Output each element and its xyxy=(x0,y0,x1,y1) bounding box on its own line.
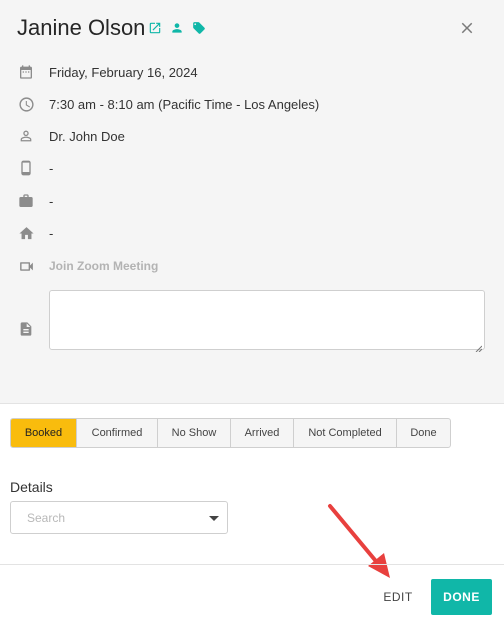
mobile-row: - xyxy=(17,158,53,178)
person-outline-icon xyxy=(17,127,35,145)
edit-button[interactable]: EDIT xyxy=(372,580,424,614)
done-button[interactable]: DONE xyxy=(431,579,492,615)
external-link-icon[interactable] xyxy=(148,21,162,35)
annotation-arrow-icon xyxy=(328,504,390,578)
status-arrived[interactable]: Arrived xyxy=(231,419,294,447)
appointment-date: Friday, February 16, 2024 xyxy=(49,64,198,80)
appointment-time: 7:30 am - 8:10 am (Pacific Time - Los An… xyxy=(49,96,320,112)
document-icon xyxy=(18,321,34,337)
status-done[interactable]: Done xyxy=(397,419,450,447)
close-icon[interactable] xyxy=(458,19,476,37)
home-icon xyxy=(17,224,35,242)
client-name[interactable]: Janine Olson xyxy=(17,15,145,41)
briefcase-icon xyxy=(17,192,35,210)
calendar-icon xyxy=(17,63,35,81)
status-not-completed[interactable]: Not Completed xyxy=(294,419,397,447)
details-label: Details xyxy=(10,479,53,495)
zoom-row: Join Zoom Meeting xyxy=(17,256,158,276)
tag-icon[interactable] xyxy=(192,21,206,35)
resize-handle-icon[interactable] xyxy=(474,339,483,353)
time-row: 7:30 am - 8:10 am (Pacific Time - Los An… xyxy=(17,94,319,114)
work-number: - xyxy=(49,193,54,209)
home-row: - xyxy=(17,223,53,243)
home-number: - xyxy=(49,225,54,241)
mobile-phone-icon xyxy=(17,159,35,177)
provider-name: Dr. John Doe xyxy=(49,128,125,144)
join-zoom-link[interactable]: Join Zoom Meeting xyxy=(49,259,158,273)
chevron-down-icon xyxy=(209,516,219,521)
work-row: - xyxy=(17,191,53,211)
details-search-select[interactable]: Search xyxy=(10,501,228,534)
status-booked[interactable]: Booked xyxy=(11,419,77,447)
client-actions xyxy=(148,21,206,35)
footer-divider xyxy=(0,564,504,565)
video-camera-icon xyxy=(17,257,35,275)
clock-icon xyxy=(17,95,35,113)
mobile-number: - xyxy=(49,160,54,176)
status-toggle-group: Booked Confirmed No Show Arrived Not Com… xyxy=(10,418,451,448)
date-row: Friday, February 16, 2024 xyxy=(17,62,198,82)
appointment-summary: Janine Olson Friday, February 16, 2024 7… xyxy=(0,0,504,404)
status-no-show[interactable]: No Show xyxy=(158,419,231,447)
provider-row: Dr. John Doe xyxy=(17,126,125,146)
details-search-placeholder: Search xyxy=(27,511,66,525)
appointment-panel: Janine Olson Friday, February 16, 2024 7… xyxy=(0,0,504,624)
person-icon[interactable] xyxy=(170,21,184,35)
status-confirmed[interactable]: Confirmed xyxy=(77,419,158,447)
notes-textarea[interactable] xyxy=(49,290,485,353)
